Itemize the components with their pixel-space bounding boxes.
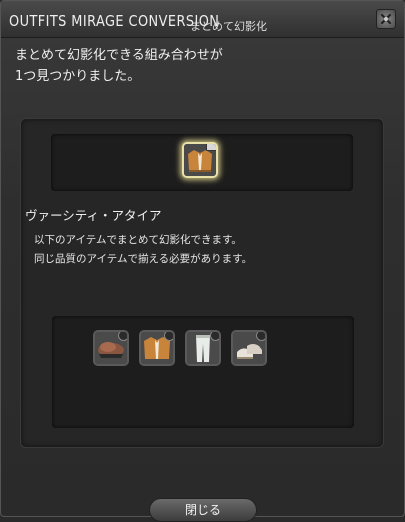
slot-status-indicator <box>210 332 219 341</box>
close-window-button[interactable] <box>376 9 396 29</box>
slot-status-indicator <box>256 332 265 341</box>
outfits-mirage-conversion-window: OUTFITS MIRAGE CONVERSION まとめて幻影化 まとめて幻影… <box>0 0 405 522</box>
result-message: まとめて幻影化できる組み合わせが 1つ見つかりました。 <box>15 45 223 87</box>
close-button[interactable]: 閉じる <box>149 498 257 522</box>
set-item-slot-body[interactable] <box>139 330 175 366</box>
description-line-1: 以下のアイテムでまとめて幻影化できます。 <box>34 234 242 246</box>
set-item-slot-hat[interactable] <box>93 330 129 366</box>
result-item-slot[interactable] <box>182 142 218 178</box>
title-bar[interactable]: OUTFITS MIRAGE CONVERSION まとめて幻影化 <box>1 1 404 38</box>
message-line-1: まとめて幻影化できる組み合わせが <box>15 48 223 63</box>
result-item-name: ヴァーシティ・アタイア <box>25 208 162 223</box>
slot-status-indicator <box>118 332 127 341</box>
description-text: 以下のアイテムでまとめて幻影化できます。 同じ品質のアイテムで揃える必要がありま… <box>34 231 252 269</box>
slot-status-indicator <box>164 332 173 341</box>
set-item-slot-feet[interactable] <box>231 330 267 366</box>
set-item-slot-legs[interactable] <box>185 330 221 366</box>
window-title: OUTFITS MIRAGE CONVERSION <box>9 12 220 30</box>
message-line-2: 1つ見つかりました。 <box>15 69 141 84</box>
close-icon <box>380 13 392 25</box>
description-line-2: 同じ品質のアイテムで揃える必要があります。 <box>34 253 253 265</box>
outfit-tag-icon <box>206 144 216 151</box>
window-subtitle: まとめて幻影化 <box>190 20 267 33</box>
